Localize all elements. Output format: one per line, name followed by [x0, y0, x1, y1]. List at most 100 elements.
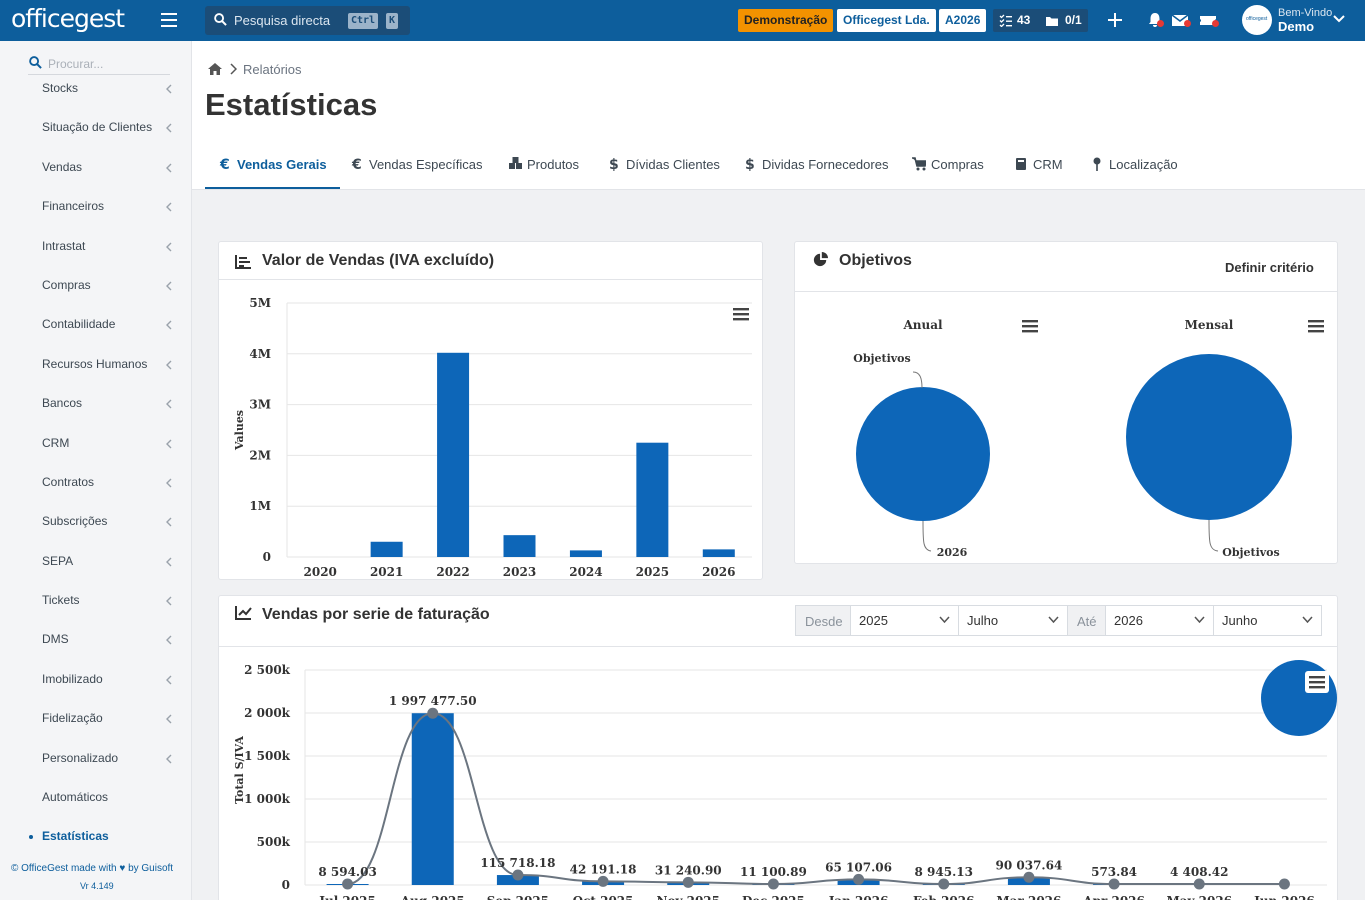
line-point[interactable]	[1023, 871, 1035, 883]
chevron-left-icon	[166, 517, 172, 527]
objectives-card: Objetivos Definir critério Anual Objetivo…	[794, 241, 1338, 564]
sidebar-item-personalizado[interactable]: Personalizado	[42, 751, 118, 765]
to-month-select[interactable]: Junho	[1213, 605, 1322, 636]
sidebar-item-financeiros[interactable]: Financeiros	[42, 199, 104, 213]
tab-dividas-clientes[interactable]: $ Dívidas Clientes	[607, 157, 720, 189]
x-tick-label: 2021	[370, 565, 403, 579]
sidebar-search-input[interactable]: Procurar...	[28, 53, 170, 75]
bar[interactable]	[569, 550, 602, 557]
x-tick-label: 2023	[503, 565, 536, 579]
to-label: Até	[1067, 605, 1106, 636]
sidebar-item-compras[interactable]: Compras	[42, 278, 91, 292]
sidebar-item-subscricoes[interactable]: Subscrições	[42, 514, 107, 528]
tab-crm[interactable]: CRM	[1014, 157, 1063, 189]
sidebar-item-vendas[interactable]: Vendas	[42, 160, 82, 174]
tab-label: Dividas Fornecedores	[762, 157, 889, 172]
line-point[interactable]	[512, 869, 524, 881]
objectives-title: Objetivos	[839, 252, 912, 269]
line-point[interactable]	[853, 873, 865, 885]
avatar[interactable]: officegest	[1242, 5, 1272, 35]
sidebar-item-automaticos[interactable]: Automáticos	[42, 790, 108, 804]
chevron-down-icon	[1302, 616, 1313, 624]
to-year-value: 2026	[1114, 613, 1143, 628]
chart-menu-icon[interactable]	[1022, 320, 1038, 333]
sidebar-item-intrastat[interactable]: Intrastat	[42, 239, 85, 253]
define-criteria-button[interactable]: Definir critério	[1225, 260, 1314, 275]
sidebar-item-contabilidade[interactable]: Contabilidade	[42, 317, 115, 331]
pie-chart-icon	[813, 252, 828, 267]
line-point[interactable]	[427, 707, 439, 719]
data-label: 8 945.13	[915, 865, 973, 879]
chart-menu-icon[interactable]	[733, 308, 749, 321]
sidebar-item-sepa[interactable]: SEPA	[42, 554, 73, 568]
username[interactable]: Demo	[1278, 19, 1314, 34]
from-year-select[interactable]: 2025	[850, 605, 959, 636]
tab-dividas-fornecedores[interactable]: $ Dividas Fornecedores	[743, 157, 888, 189]
tab-produtos[interactable]: Produtos	[508, 157, 579, 189]
global-search-input[interactable]: Pesquisa directa Ctrl K	[205, 6, 410, 35]
line-point[interactable]	[342, 878, 354, 890]
home-icon[interactable]	[207, 62, 223, 76]
demo-badge[interactable]: Demonstração	[738, 9, 834, 32]
tab-vendas-gerais[interactable]: € Vendas Gerais	[205, 157, 340, 189]
sidebar-item-stocks[interactable]: Stocks	[42, 81, 78, 95]
chevron-down-icon[interactable]	[1333, 15, 1345, 23]
bar[interactable]	[437, 352, 470, 557]
add-icon[interactable]	[1106, 11, 1124, 29]
sidebar-item-situacao-de-clientes[interactable]: Situação de Clientes	[42, 120, 152, 134]
breadcrumb[interactable]: Relatórios	[243, 62, 302, 77]
line-point[interactable]	[767, 878, 779, 890]
sidebar-item-estatisticas[interactable]: Estatísticas	[42, 829, 109, 843]
tab-compras[interactable]: Compras	[912, 157, 984, 189]
sidebar-item-recursos-humanos[interactable]: Recursos Humanos	[42, 357, 147, 371]
app-logo[interactable]: officegest	[11, 4, 125, 33]
pie-slice[interactable]	[1126, 354, 1292, 520]
menu-toggle-icon[interactable]	[161, 13, 177, 27]
tab-label: Vendas Gerais	[237, 157, 327, 172]
tab-vendas-especificas[interactable]: € Vendas Específicas	[350, 157, 482, 189]
data-label: 65 107.06	[825, 860, 892, 874]
sidebar-item-imobilizado[interactable]: Imobilizado	[42, 672, 103, 686]
sidebar-item-contratos[interactable]: Contratos	[42, 475, 94, 489]
bar[interactable]	[370, 541, 403, 557]
data-label: 115 718.18	[480, 856, 555, 870]
line-point[interactable]	[1193, 878, 1205, 890]
sidebar-item-dms[interactable]: DMS	[42, 632, 69, 646]
chevron-left-icon	[166, 754, 172, 764]
series-sales-chart: 0 500k 1 000k 1 500k 2 000k 2 500k Total S/IVA…	[233, 660, 1337, 900]
ticket-dot	[1212, 20, 1219, 27]
bar[interactable]	[702, 549, 735, 557]
line-point[interactable]	[1108, 878, 1120, 890]
tab-label: Produtos	[527, 157, 580, 172]
sidebar-item-tickets[interactable]: Tickets	[42, 593, 80, 607]
counters-group[interactable]: 43 0/1	[993, 9, 1088, 32]
series-sales-card: Vendas por serie de faturação 0 500k 1 000…	[218, 595, 1338, 900]
chevron-left-icon	[166, 202, 172, 212]
bar[interactable]	[636, 442, 669, 557]
sidebar-item-bancos[interactable]: Bancos	[42, 396, 82, 410]
sidebar-item-fidelizacao[interactable]: Fidelização	[42, 711, 103, 725]
line-point[interactable]	[938, 878, 950, 890]
bar[interactable]	[503, 535, 536, 557]
bar[interactable]	[411, 713, 454, 885]
sidebar-item-crm[interactable]: CRM	[42, 436, 69, 450]
x-tick-label: Sep 2025	[487, 894, 549, 900]
tab-localizacao[interactable]: Localização	[1090, 157, 1178, 189]
pie-connector	[1208, 519, 1219, 552]
line-point[interactable]	[597, 875, 609, 887]
pie-connector	[922, 520, 932, 552]
from-month-select[interactable]: Julho	[958, 605, 1068, 636]
chevron-left-icon	[166, 635, 172, 645]
line-point[interactable]	[682, 876, 694, 888]
company-badge[interactable]: Officegest Lda.	[837, 9, 936, 32]
docs-count: 0/1	[1065, 13, 1082, 27]
from-year-value: 2025	[859, 613, 888, 628]
year-badge[interactable]: A2026	[939, 9, 987, 32]
to-year-select[interactable]: 2026	[1105, 605, 1214, 636]
chevron-left-icon	[166, 478, 172, 488]
chart-menu-button[interactable]	[1261, 660, 1337, 736]
pie-slice[interactable]	[856, 387, 990, 521]
line-point[interactable]	[1278, 878, 1290, 890]
chart-menu-icon[interactable]	[1308, 320, 1324, 333]
to-month-value: Junho	[1222, 613, 1258, 628]
